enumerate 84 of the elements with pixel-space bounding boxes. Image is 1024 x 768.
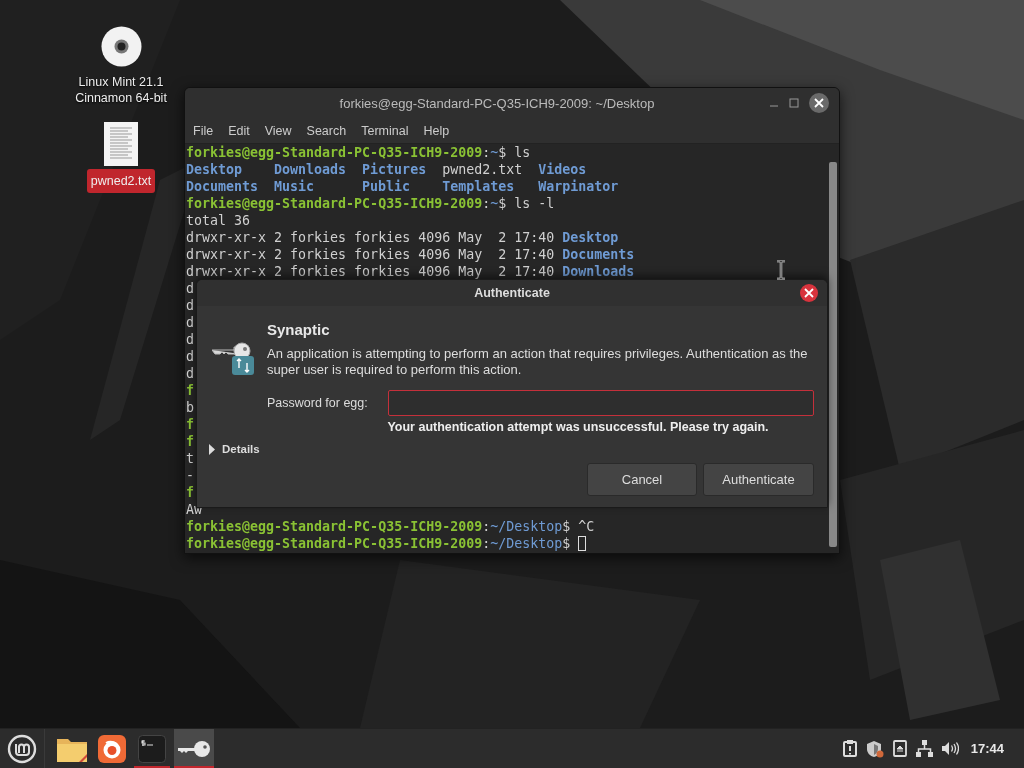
menu-item[interactable]: Terminal (355, 123, 418, 138)
prompt-user: forkies@egg-Standard-PC-Q35-ICH9-2009 (186, 518, 483, 535)
eject-icon[interactable] (892, 740, 907, 757)
key-icon (178, 739, 210, 758)
taskbar-app[interactable] (174, 728, 214, 768)
terminal-text: $ ls (498, 144, 531, 161)
icon-label[interactable]: pwned2.txt (86, 169, 156, 193)
folder-name: Desktop (186, 161, 244, 178)
folder-name: Videos (538, 161, 588, 178)
prompt-path: ~ (490, 195, 499, 212)
menu-item[interactable]: Help (417, 123, 459, 138)
terminal-text: : (482, 144, 491, 161)
terminal-text: d (186, 348, 194, 365)
prompt-path: ~/Desktop (490, 518, 563, 535)
clock[interactable]: 17:44 (970, 741, 1004, 756)
terminal-text: d (186, 280, 194, 297)
browser-icon (98, 734, 126, 763)
maximize-icon[interactable] (789, 98, 799, 108)
folder-name: Desktop (562, 229, 619, 246)
field-label: Password for egg: (267, 396, 369, 410)
prompt-user: forkies@egg-Standard-PC-Q35-ICH9-2009 (186, 144, 483, 161)
prompt-user: forkies@egg-Standard-PC-Q35-ICH9-2009 (186, 535, 483, 552)
terminal-text: d (186, 331, 194, 348)
scrollbar-thumb[interactable] (829, 162, 837, 547)
cancel-button[interactable]: Cancel (587, 463, 697, 496)
folder-name: Music (274, 178, 316, 195)
terminal-text: : (482, 195, 491, 212)
terminal-text: t (186, 450, 194, 467)
terminal-text: d (186, 297, 194, 314)
prompt-user: forkies@egg-Standard-PC-Q35-ICH9-2009 (186, 195, 483, 212)
details-expander[interactable]: Details (208, 443, 260, 455)
password-field[interactable] (388, 390, 814, 416)
terminal-text: d (186, 314, 194, 331)
folder-name: Warpinator (538, 178, 620, 195)
terminal-text: : (482, 535, 491, 552)
terminal-text: drwxr-xr-x 2 forkies forkies 4096 May 2 17:40 (186, 229, 556, 246)
network-icon[interactable] (915, 740, 933, 757)
terminal-text: $ ^C (562, 518, 595, 535)
folder-name: Documents (562, 246, 635, 263)
terminal-text: drwxr-xr-x 2 forkies forkies 4096 May 2 17:40 (186, 263, 556, 280)
authenticate-button[interactable]: Authenticate (703, 463, 814, 496)
menu-item[interactable]: View (258, 123, 301, 138)
prompt-path: ~ (490, 144, 499, 161)
close-icon[interactable] (809, 93, 829, 113)
prompt-user: f (186, 484, 194, 501)
folder-name: Downloads (274, 161, 348, 178)
prompt-user: f (186, 433, 194, 450)
terminal-text: d (186, 365, 194, 382)
disc-icon[interactable] (100, 26, 142, 67)
menu-item[interactable]: File (187, 123, 223, 138)
folder-name: Public (362, 178, 412, 195)
terminal-text: $ (562, 535, 572, 552)
file-name: pwned2.txt (442, 161, 524, 178)
terminal-text: total 36 (186, 212, 251, 229)
terminal-text: : (482, 518, 491, 535)
text-cursor-icon (775, 260, 787, 280)
folder-name: Templates (442, 178, 516, 195)
folder-name: Pictures (362, 161, 428, 178)
terminal-text: Aw (186, 501, 202, 518)
volume-icon[interactable] (941, 741, 959, 756)
dialog-message: An application is attempting to perform an action that requires privileges. Authentication as the super user is required to perform this action. (267, 346, 809, 378)
error-message: Your authentication attempt was unsuccessful. Please try again. (386, 420, 770, 434)
window-title: forkies@egg-Standard-PC-Q35-ICH9-2009: ~/Desktop (338, 95, 656, 111)
menu-item[interactable]: Search (300, 123, 356, 138)
terminal-text: $ ls -l (498, 195, 555, 212)
icon-label[interactable]: Linux Mint 21.1 Cinnamon 64-bit (64, 73, 178, 107)
key-lock-icon (212, 342, 254, 375)
terminal-text: drwxr-xr-x 2 forkies forkies 4096 May 2 17:40 (186, 246, 556, 263)
clipboard-icon[interactable] (842, 740, 857, 757)
close-button[interactable] (800, 284, 818, 302)
prompt-path: ~/Desktop (490, 535, 563, 552)
app-name: Synaptic (267, 320, 331, 340)
close-icon (804, 288, 814, 298)
folder-name: Downloads (562, 263, 635, 280)
shield-icon[interactable] (865, 739, 884, 758)
terminal-text: - (186, 467, 194, 484)
terminal-icon (138, 734, 166, 763)
prompt-user: f (186, 416, 194, 433)
folder-name: Documents (186, 178, 260, 195)
prompt-user: f (186, 382, 194, 399)
terminal-text: b (186, 399, 194, 416)
caret-icon (208, 443, 217, 455)
menu-item[interactable]: Edit (222, 123, 259, 138)
dialog-title: Authenticate (474, 286, 550, 300)
